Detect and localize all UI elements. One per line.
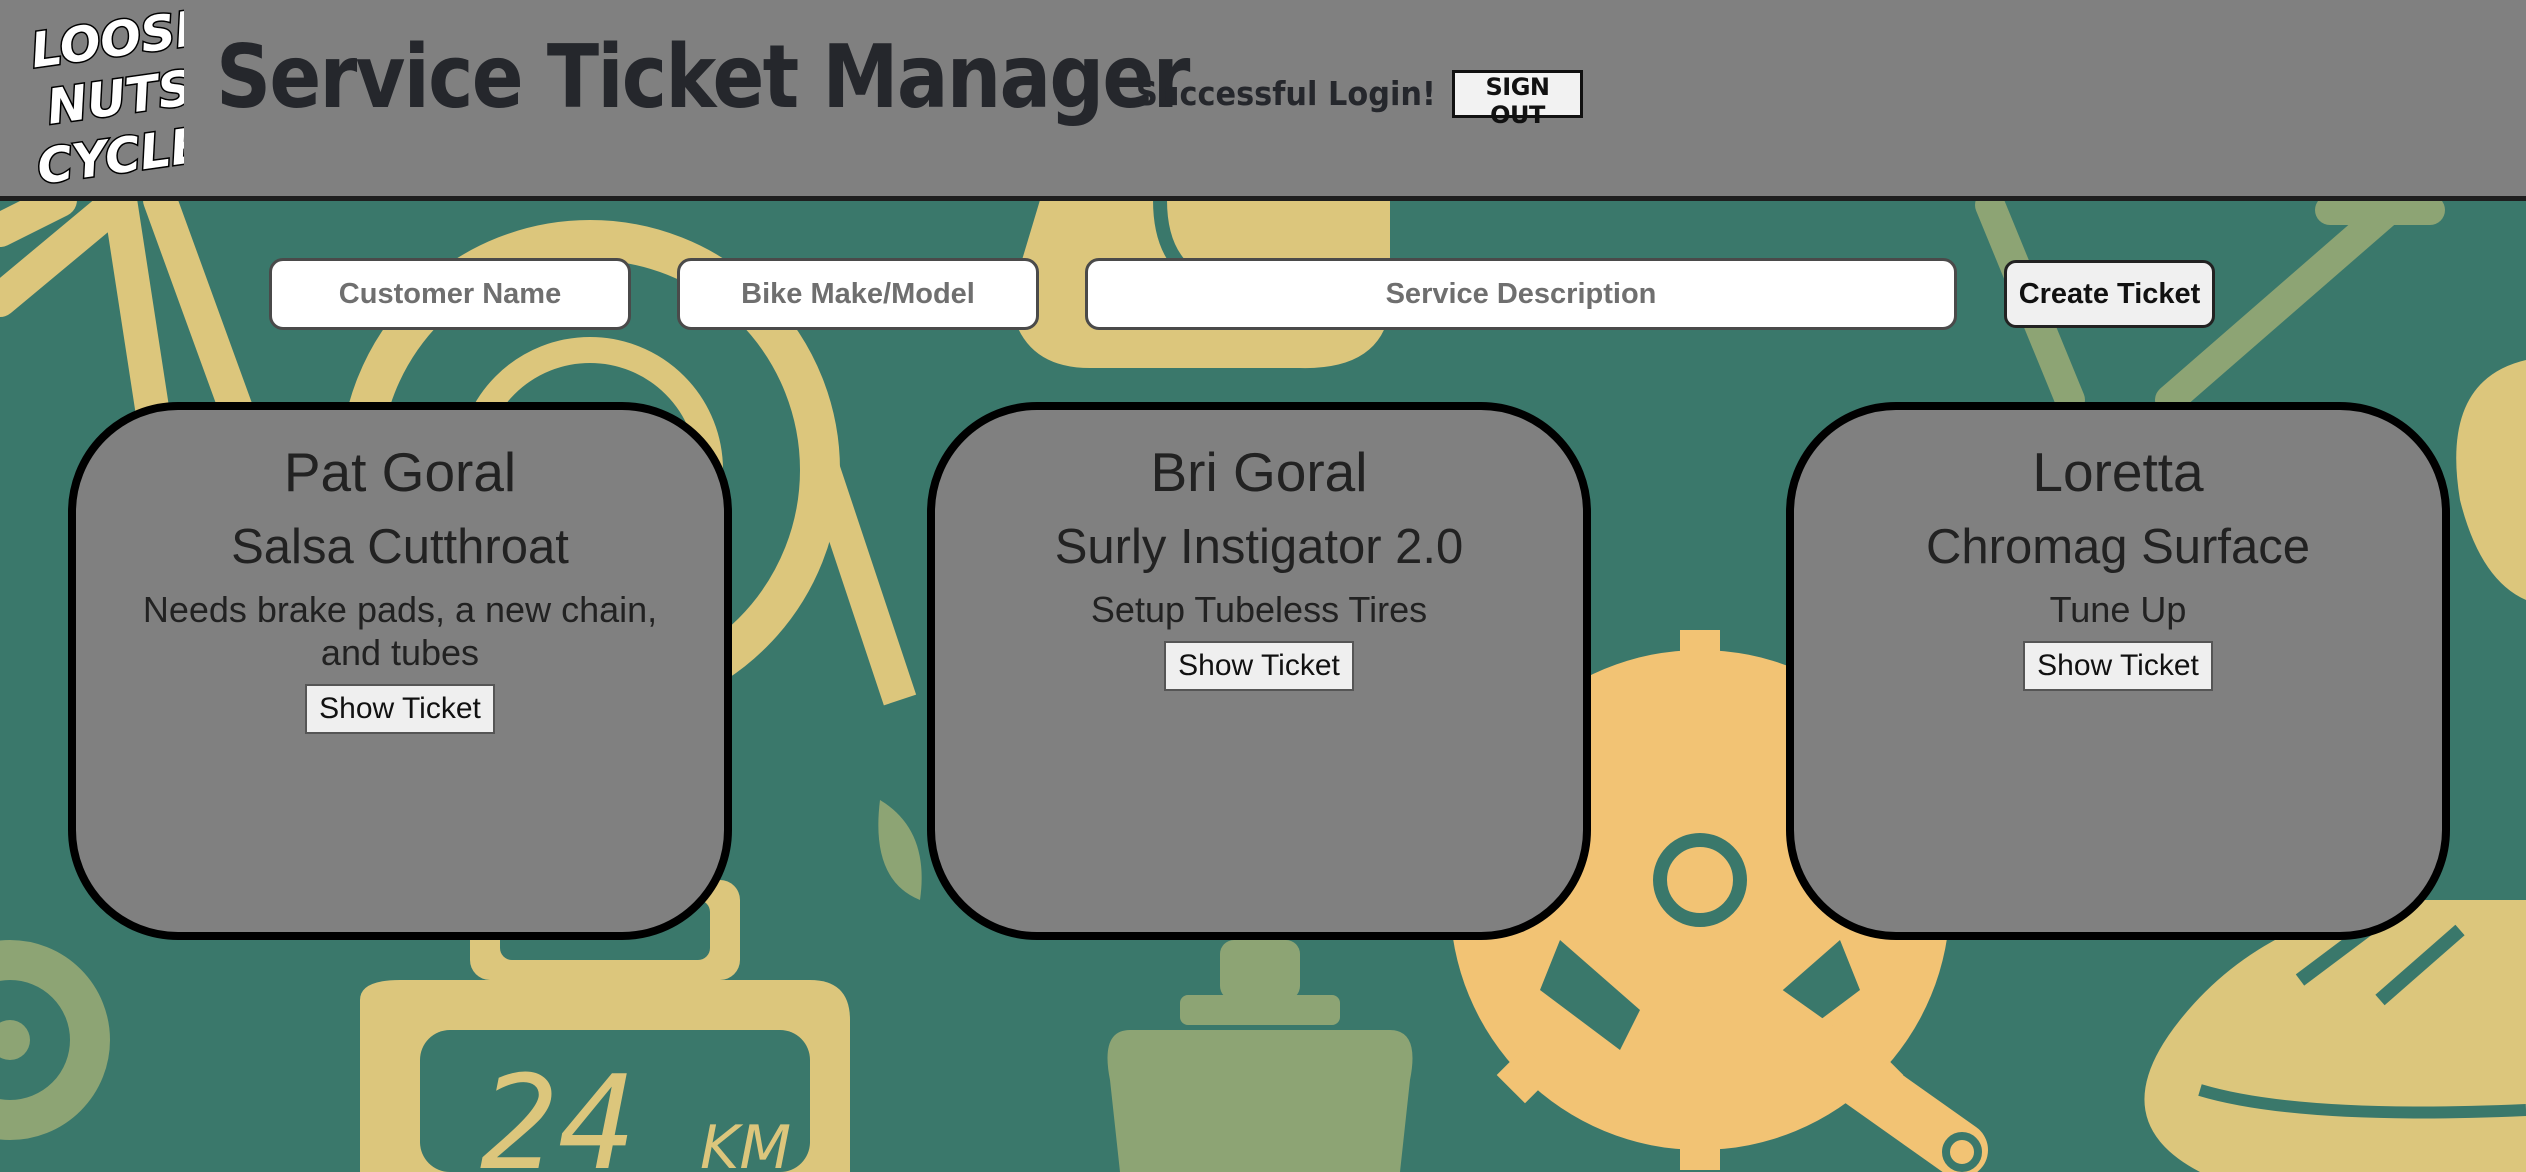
ticket-bike-model: Chromag Surface <box>1925 520 2310 574</box>
ticket-service-description: Setup Tubeless Tires <box>1090 589 1428 630</box>
ticket-customer-name: Loretta <box>2032 441 2204 503</box>
water-bottle-shape <box>1107 940 1413 1172</box>
app-header: LOOSE NUTS CYCLES Service Ticket Manager… <box>0 0 2526 201</box>
show-ticket-button[interactable]: Show Ticket <box>2023 641 2213 691</box>
ticket-bike-model: Surly Instigator 2.0 <box>1054 520 1464 574</box>
left-wheel-hub-shape <box>0 1020 30 1060</box>
ticket-bike-model: Salsa Cutthroat <box>231 520 569 574</box>
ticket-card: Loretta Chromag Surface Tune Up Show Tic… <box>1786 402 2450 940</box>
customer-name-input[interactable] <box>269 258 631 330</box>
loose-nuts-cycles-logo: LOOSE NUTS CYCLES <box>26 4 184 184</box>
odometer-unit: KM <box>700 1113 791 1172</box>
sign-out-button[interactable]: SIGN OUT <box>1452 70 1583 129</box>
ticket-card: Bri Goral Surly Instigator 2.0 Setup Tub… <box>927 402 1591 940</box>
ticket-service-description: Needs brake pads, a new chain, and tubes <box>142 589 658 673</box>
leaf-shape <box>878 800 922 900</box>
create-ticket-button[interactable]: Create Ticket <box>2004 260 2215 328</box>
ticket-customer-name: Pat Goral <box>283 441 517 503</box>
show-ticket-button[interactable]: Show Ticket <box>1164 641 1354 691</box>
ticket-service-description: Tune Up <box>2049 589 2187 630</box>
ticket-card: Pat Goral Salsa Cutthroat Needs brake pa… <box>68 402 732 940</box>
odometer-readout: 24 <box>480 1047 637 1172</box>
page-title: Service Ticket Manager <box>216 26 1190 128</box>
helmet-shape <box>2456 360 2526 600</box>
bike-make-model-input[interactable] <box>677 258 1039 330</box>
cycling-shoe-shape <box>2144 900 2526 1172</box>
login-status-message: Successful Login! <box>1136 74 1436 113</box>
ticket-customer-name: Bri Goral <box>1150 441 1368 503</box>
service-description-input[interactable] <box>1085 258 1957 330</box>
bike-fork-shape <box>803 454 917 706</box>
show-ticket-button[interactable]: Show Ticket <box>305 684 495 734</box>
